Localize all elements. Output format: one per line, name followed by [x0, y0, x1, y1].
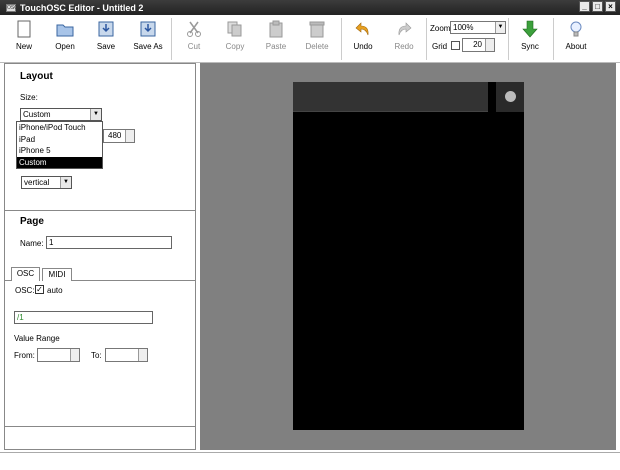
size-option-selected[interactable]: Custom: [17, 156, 102, 168]
page-section-title: Page: [20, 216, 44, 227]
zoom-value: 100%: [453, 23, 474, 32]
chevron-down-icon: ▼: [60, 177, 71, 188]
close-button[interactable]: ×: [605, 1, 616, 12]
save-as-label: Save As: [133, 42, 163, 51]
tab-midi[interactable]: MIDI: [42, 268, 72, 281]
sync-label: Sync: [521, 42, 539, 51]
dot-icon: [505, 91, 516, 102]
device-layout-preview[interactable]: [293, 82, 524, 430]
minimize-button[interactable]: _: [579, 1, 590, 12]
zoom-label: Zoom: [430, 24, 451, 33]
height-value: 480: [108, 131, 122, 140]
tab-baseline: [5, 280, 11, 281]
redo-button[interactable]: Redo: [381, 20, 427, 51]
panel-bottom-divider: [5, 426, 195, 427]
redo-label: Redo: [394, 42, 414, 51]
lightbulb-icon: [570, 21, 582, 37]
window-controls: _ □ ×: [579, 1, 616, 12]
open-button[interactable]: Open: [42, 20, 88, 51]
undo-arrow-icon: [355, 22, 369, 36]
status-bar: [0, 452, 620, 470]
size-option[interactable]: iPhone 5: [17, 145, 102, 157]
about-button[interactable]: About: [553, 20, 599, 51]
grid-size-spinbox[interactable]: 20: [462, 38, 495, 52]
osc-address-field[interactable]: /1: [14, 311, 153, 324]
spin-arrows-icon[interactable]: [125, 130, 134, 142]
toolbar-separator: [426, 18, 427, 60]
window-title: TouchOSC Editor - Untitled 2: [20, 2, 144, 13]
redo-arrow-icon: [398, 22, 412, 36]
copy-label: Copy: [225, 42, 245, 51]
undo-label: Undo: [353, 42, 373, 51]
spin-arrows-icon[interactable]: [485, 39, 494, 51]
chevron-down-icon: ▼: [495, 22, 505, 33]
grid-size-value: 20: [473, 40, 482, 49]
size-option[interactable]: iPhone/iPod Touch: [17, 122, 102, 134]
page-name-field[interactable]: 1: [46, 236, 172, 249]
section-divider: [5, 210, 195, 211]
maximize-button[interactable]: □: [592, 1, 603, 12]
sync-button[interactable]: Sync: [507, 20, 553, 51]
cut-label: Cut: [187, 42, 201, 51]
save-as-button[interactable]: Save As: [125, 20, 171, 51]
save-as-icon: [140, 21, 156, 37]
save-icon: [98, 21, 114, 37]
new-label: New: [15, 42, 32, 51]
cut-button[interactable]: Cut: [171, 20, 217, 51]
delete-button[interactable]: Delete: [294, 20, 340, 51]
size-value: Custom: [23, 110, 51, 119]
osc-auto-checkbox[interactable]: ✓: [35, 285, 44, 294]
osc-auto-label: auto: [47, 286, 63, 295]
new-button[interactable]: New: [1, 20, 47, 51]
scissors-icon: [187, 21, 201, 37]
size-dropdown-list[interactable]: iPhone/iPod Touch iPad iPhone 5 Custom: [16, 121, 103, 169]
grid-label: Grid: [432, 42, 448, 51]
new-document-icon: [17, 20, 31, 38]
value-range-label: Value Range: [14, 334, 60, 343]
size-option[interactable]: iPad: [17, 134, 102, 146]
editor-canvas[interactable]: [200, 63, 616, 450]
orientation-select[interactable]: vertical ▼: [21, 176, 72, 189]
tab-osc[interactable]: OSC: [11, 267, 40, 281]
page-tab-bar[interactable]: [293, 82, 488, 112]
spin-arrows-icon[interactable]: [138, 349, 147, 361]
copy-icon: [227, 21, 242, 37]
app-icon: OSC: [6, 3, 18, 12]
grid-checkbox[interactable]: [451, 41, 460, 50]
zoom-select[interactable]: 100% ▼: [450, 21, 506, 34]
orientation-value: vertical: [24, 178, 50, 187]
from-spinbox[interactable]: [37, 348, 80, 362]
from-label: From:: [14, 351, 35, 360]
paste-button[interactable]: Paste: [253, 20, 299, 51]
undo-button[interactable]: Undo: [340, 20, 386, 51]
delete-label: Delete: [305, 42, 329, 51]
save-button[interactable]: Save: [83, 20, 129, 51]
size-select[interactable]: Custom ▼: [20, 108, 102, 121]
osc-label: OSC:: [15, 286, 35, 295]
save-label: Save: [96, 42, 116, 51]
about-label: About: [565, 42, 587, 51]
page-toggle-button[interactable]: [496, 82, 524, 112]
layout-section-title: Layout: [20, 71, 53, 82]
title-bar: OSC TouchOSC Editor - Untitled 2 _ □ ×: [0, 0, 620, 15]
height-spinbox[interactable]: 480: [103, 129, 135, 143]
sync-arrow-down-icon: [522, 20, 538, 38]
tab-baseline: [72, 280, 195, 281]
size-label: Size:: [20, 93, 38, 102]
open-folder-icon: [56, 24, 74, 37]
to-label: To:: [91, 351, 102, 360]
trash-icon: [309, 21, 325, 38]
paste-clipboard-icon: [269, 20, 283, 38]
spin-arrows-icon[interactable]: [70, 349, 79, 361]
copy-button[interactable]: Copy: [212, 20, 258, 51]
chevron-down-icon: ▼: [90, 109, 101, 120]
to-spinbox[interactable]: [105, 348, 148, 362]
paste-label: Paste: [265, 42, 287, 51]
page-name-label: Name:: [20, 239, 44, 248]
open-label: Open: [55, 42, 75, 51]
toolbar: New Open Save Save As Cut Copy Paste Del…: [0, 15, 620, 63]
